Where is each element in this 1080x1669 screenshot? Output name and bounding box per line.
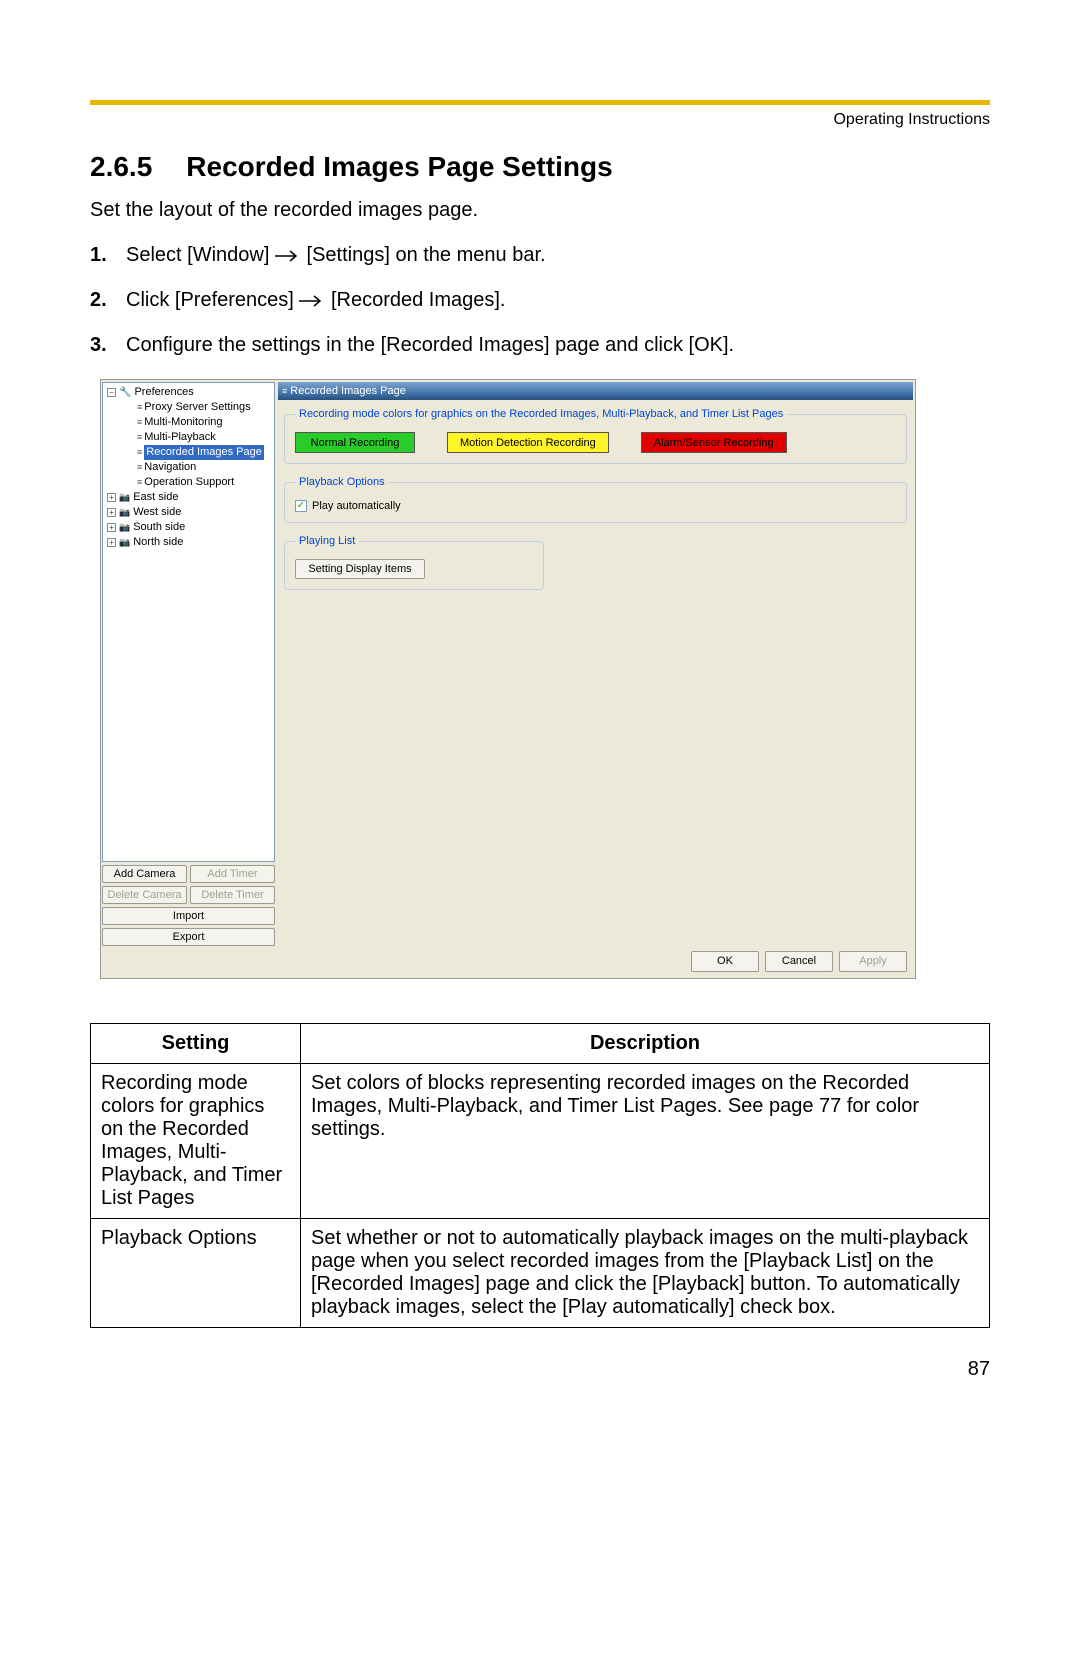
section-heading: 2.6.5 Recorded Images Page Settings xyxy=(90,151,990,183)
motion-recording-chip[interactable]: Motion Detection Recording xyxy=(447,432,609,453)
section-title-text: Recorded Images Page Settings xyxy=(186,151,612,182)
tree-camera[interactable]: +📷West side xyxy=(107,505,274,520)
import-button[interactable]: Import xyxy=(102,907,275,925)
list-icon: ≡ xyxy=(137,445,141,460)
group-legend: Recording mode colors for graphics on th… xyxy=(295,408,787,420)
tree-item[interactable]: ≡Navigation xyxy=(107,460,274,475)
camera-icon: 📷 xyxy=(119,520,130,535)
tree-camera[interactable]: +📷North side xyxy=(107,535,274,550)
table-header-setting: Setting xyxy=(91,1024,301,1064)
table-cell-description: Set whether or not to automatically play… xyxy=(301,1219,990,1328)
apply-button[interactable]: Apply xyxy=(839,951,907,972)
preferences-tree[interactable]: − 🔧 Preferences ≡Proxy Server Settings ≡… xyxy=(102,382,275,862)
arrow-icon xyxy=(275,250,301,262)
settings-dialog: − 🔧 Preferences ≡Proxy Server Settings ≡… xyxy=(100,379,916,979)
tree-camera[interactable]: +📷South side xyxy=(107,520,274,535)
add-camera-button[interactable]: Add Camera xyxy=(102,865,187,883)
export-button[interactable]: Export xyxy=(102,928,275,946)
camera-icon: 📷 xyxy=(119,490,130,505)
delete-timer-button[interactable]: Delete Timer xyxy=(190,886,275,904)
add-timer-button[interactable]: Add Timer xyxy=(190,865,275,883)
cancel-button[interactable]: Cancel xyxy=(765,951,833,972)
tree-camera[interactable]: +📷East side xyxy=(107,490,274,505)
setting-display-items-button[interactable]: Setting Display Items xyxy=(295,559,425,579)
list-icon: ≡ xyxy=(137,430,141,445)
group-legend: Playing List xyxy=(295,535,359,547)
expand-icon[interactable]: + xyxy=(107,523,116,532)
checkbox-checked-icon: ✓ xyxy=(295,500,307,512)
tree-root[interactable]: − 🔧 Preferences xyxy=(107,385,274,400)
running-header: Operating Instructions xyxy=(90,111,990,129)
table-row: Recording mode colors for graphics on th… xyxy=(91,1064,990,1219)
list-icon: ≡ xyxy=(137,475,141,490)
play-automatically-checkbox[interactable]: ✓ Play automatically xyxy=(295,500,896,512)
steps-list: Select [Window] [Settings] on the menu b… xyxy=(90,244,990,357)
delete-camera-button[interactable]: Delete Camera xyxy=(102,886,187,904)
table-row: Playback Options Set whether or not to a… xyxy=(91,1219,990,1328)
page-number: 87 xyxy=(90,1358,990,1381)
camera-icon: 📷 xyxy=(119,535,130,550)
list-icon: ≡ xyxy=(137,400,141,415)
panel-title: ≡ Recorded Images Page xyxy=(278,382,913,400)
alarm-recording-chip[interactable]: Alarm/Sensor Recording xyxy=(641,432,787,453)
list-icon: ≡ xyxy=(282,386,286,396)
step-1: Select [Window] [Settings] on the menu b… xyxy=(90,244,990,267)
settings-description-table: Setting Description Recording mode color… xyxy=(90,1023,990,1328)
collapse-icon[interactable]: − xyxy=(107,388,116,397)
ok-button[interactable]: OK xyxy=(691,951,759,972)
list-icon: ≡ xyxy=(137,460,141,475)
playing-list-group: Playing List Setting Display Items xyxy=(284,535,544,590)
tree-item-selected[interactable]: ≡Recorded Images Page xyxy=(107,445,274,460)
section-number: 2.6.5 xyxy=(90,151,152,183)
tree-item[interactable]: ≡Operation Support xyxy=(107,475,274,490)
tree-item[interactable]: ≡Multi-Monitoring xyxy=(107,415,274,430)
table-cell-setting: Recording mode colors for graphics on th… xyxy=(91,1064,301,1219)
wrench-icon: 🔧 xyxy=(119,385,131,400)
step-2: Click [Preferences] [Recorded Images]. xyxy=(90,289,990,312)
list-icon: ≡ xyxy=(137,415,141,430)
playback-options-group: Playback Options ✓ Play automatically xyxy=(284,476,907,523)
table-cell-setting: Playback Options xyxy=(91,1219,301,1328)
expand-icon[interactable]: + xyxy=(107,508,116,517)
group-legend: Playback Options xyxy=(295,476,389,488)
recording-colors-group: Recording mode colors for graphics on th… xyxy=(284,408,907,464)
normal-recording-chip[interactable]: Normal Recording xyxy=(295,432,415,453)
tree-item[interactable]: ≡Proxy Server Settings xyxy=(107,400,274,415)
table-cell-description: Set colors of blocks representing record… xyxy=(301,1064,990,1219)
step-3: Configure the settings in the [Recorded … xyxy=(90,334,990,357)
expand-icon[interactable]: + xyxy=(107,493,116,502)
table-header-description: Description xyxy=(301,1024,990,1064)
tree-item[interactable]: ≡Multi-Playback xyxy=(107,430,274,445)
camera-icon: 📷 xyxy=(119,505,130,520)
expand-icon[interactable]: + xyxy=(107,538,116,547)
arrow-icon xyxy=(299,295,325,307)
intro-text: Set the layout of the recorded images pa… xyxy=(90,199,990,222)
